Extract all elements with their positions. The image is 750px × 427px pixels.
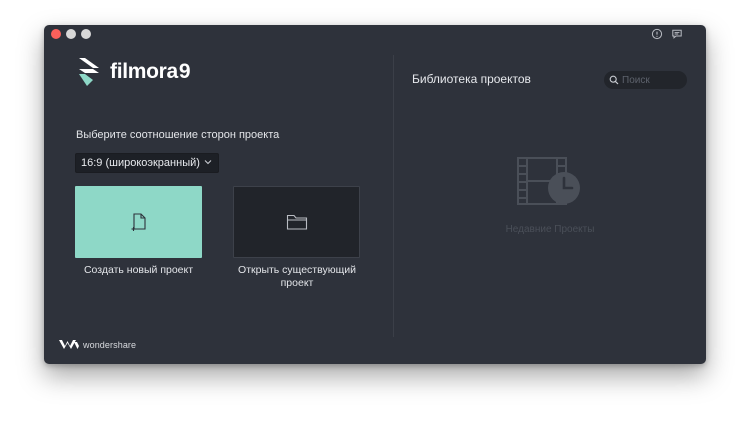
filmora-logo: filmora9 <box>76 56 191 88</box>
window-close-button[interactable] <box>51 29 61 39</box>
panel-divider <box>393 55 394 337</box>
project-search[interactable] <box>604 71 687 89</box>
new-project-label[interactable]: Создать новый проект <box>75 264 202 277</box>
help-icon[interactable] <box>651 28 663 40</box>
window-minimize-button[interactable] <box>66 29 76 39</box>
aspect-ratio-label: Выберите соотношение сторон проекта <box>76 129 280 141</box>
new-file-icon <box>131 213 146 231</box>
recent-projects-icon <box>517 157 580 205</box>
wondershare-logo-icon <box>59 340 79 349</box>
feedback-icon[interactable] <box>671 28 683 40</box>
chevron-down-icon <box>204 160 212 165</box>
project-library-title: Библиотека проектов <box>412 72 531 86</box>
folder-icon <box>286 214 307 230</box>
window-zoom-button[interactable] <box>81 29 91 39</box>
filmora-logo-text: filmora9 <box>110 60 191 83</box>
open-project-label[interactable]: Открыть существующий проект <box>227 264 367 290</box>
search-input[interactable] <box>622 74 684 86</box>
search-icon <box>609 75 619 85</box>
open-project-button[interactable] <box>233 186 360 258</box>
filmora-launcher-window: filmora9 Выберите соотношение сторон про… <box>44 25 706 364</box>
title-bar <box>44 25 706 45</box>
aspect-ratio-value: 16:9 (широкоэкранный) <box>81 157 200 169</box>
aspect-ratio-dropdown[interactable]: 16:9 (широкоэкранный) <box>75 153 219 173</box>
recent-projects-label: Недавние Проекты <box>505 224 595 235</box>
wondershare-logo: wondershare <box>59 339 136 350</box>
new-project-button[interactable] <box>75 186 202 258</box>
filmora-logo-icon <box>79 58 99 86</box>
